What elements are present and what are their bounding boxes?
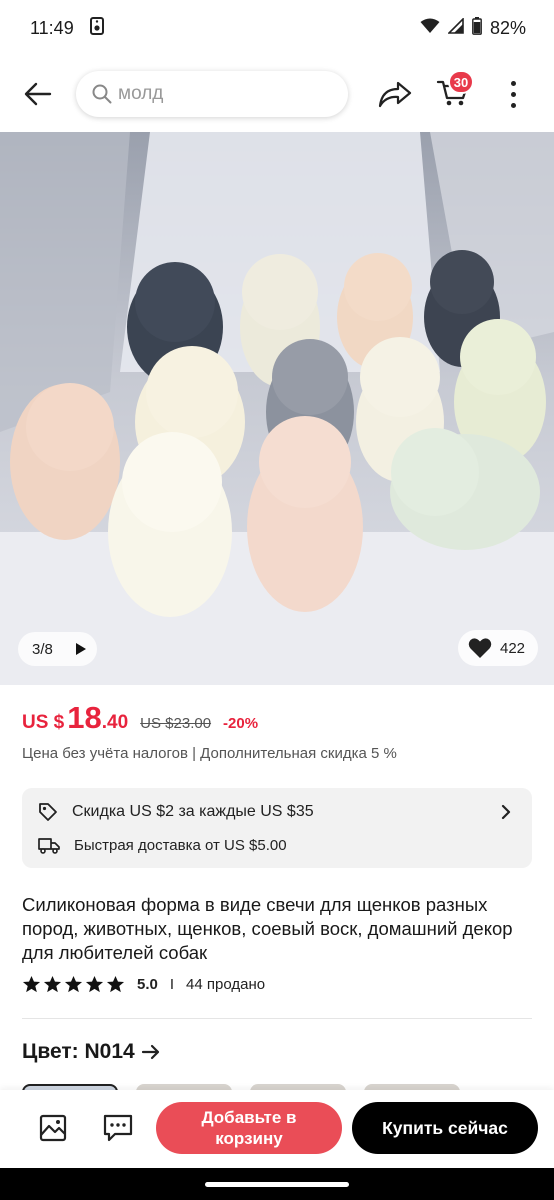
home-gesture-handle[interactable]	[205, 1182, 349, 1187]
bottom-action-bar: Добавьте в корзину Купить сейчас	[0, 1090, 554, 1168]
truck-icon	[38, 838, 60, 854]
discount-badge: -20%	[223, 715, 259, 732]
price: US $ 18 .40 US $23.00 -20%	[22, 700, 258, 736]
more-options-button[interactable]	[502, 74, 524, 114]
chat-icon	[103, 1114, 133, 1142]
cart-badge: 30	[448, 70, 474, 94]
search-input[interactable]	[118, 83, 338, 105]
product-image[interactable]	[0, 132, 554, 685]
store-icon	[39, 1114, 67, 1142]
color-selector-header[interactable]: Цвет: N014	[22, 1040, 161, 1064]
arrow-left-icon	[24, 82, 52, 106]
status-time: 11:49	[30, 17, 74, 38]
wishlist-count: 422	[500, 639, 526, 657]
battery-percent: 82%	[489, 17, 526, 38]
star-rating	[22, 975, 125, 994]
header	[0, 56, 554, 132]
back-button[interactable]	[20, 76, 56, 112]
tag-icon	[39, 803, 57, 821]
search-icon	[92, 84, 112, 104]
store-button[interactable]	[38, 1113, 68, 1143]
arrow-right-icon	[141, 1044, 159, 1060]
star-icon	[85, 975, 104, 993]
star-icon	[106, 975, 125, 993]
star-icon	[43, 975, 62, 993]
chat-button[interactable]	[102, 1113, 134, 1143]
speaker-icon	[89, 16, 104, 40]
buy-now-button[interactable]: Купить сейчас	[352, 1102, 538, 1154]
share-icon	[378, 81, 412, 108]
heart-icon	[468, 638, 492, 658]
promotions-panel[interactable]: Скидка US $2 за каждые US $35 Быстрая до…	[22, 788, 532, 868]
divider	[22, 1018, 532, 1019]
play-icon	[75, 643, 86, 655]
wishlist-button[interactable]: 422	[458, 630, 538, 666]
star-icon	[22, 975, 41, 993]
chevron-right-icon	[501, 804, 511, 820]
image-counter-text: 3/8	[32, 640, 53, 658]
price-decimal: .40	[101, 712, 129, 733]
system-navigation-bar	[0, 1168, 554, 1200]
star-icon	[64, 975, 83, 993]
product-title: Силиконовая форма в виде свечи для щенко…	[22, 894, 513, 963]
color-label: Цвет: N014	[22, 1040, 135, 1063]
price-integer: 18	[67, 700, 102, 735]
coupon-text: Скидка US $2 за каждые US $35	[72, 803, 314, 820]
add-to-cart-button[interactable]: Добавьте в корзину	[156, 1102, 342, 1154]
product-photo	[0, 132, 554, 685]
status-bar: 11:49 82%	[0, 0, 554, 56]
rating-row[interactable]: 5.0 I 44 продано	[22, 975, 265, 994]
share-button[interactable]	[376, 76, 414, 112]
price-currency: US $	[22, 712, 65, 733]
rating-value: 5.0	[137, 976, 158, 993]
dot-icon	[510, 102, 516, 108]
rating-separator: I	[169, 976, 175, 993]
original-price: US $23.00	[140, 715, 212, 732]
tax-note: Цена без учёта налогов | Дополнительная …	[22, 745, 397, 762]
shipping-text: Быстрая доставка от US $5.00	[74, 836, 287, 854]
dot-icon	[510, 91, 516, 97]
battery-icon	[472, 16, 482, 40]
sold-count: 44 продано	[186, 976, 266, 993]
coupon-row: Скидка US $2 за каждые US $35	[38, 802, 314, 822]
shipping-row: Быстрая доставка от US $5.00	[38, 836, 287, 854]
signal-icon	[447, 16, 464, 39]
wifi-icon	[420, 18, 440, 39]
search-box[interactable]	[76, 71, 348, 117]
image-counter[interactable]: 3/8	[18, 632, 97, 666]
dot-icon	[510, 80, 516, 86]
